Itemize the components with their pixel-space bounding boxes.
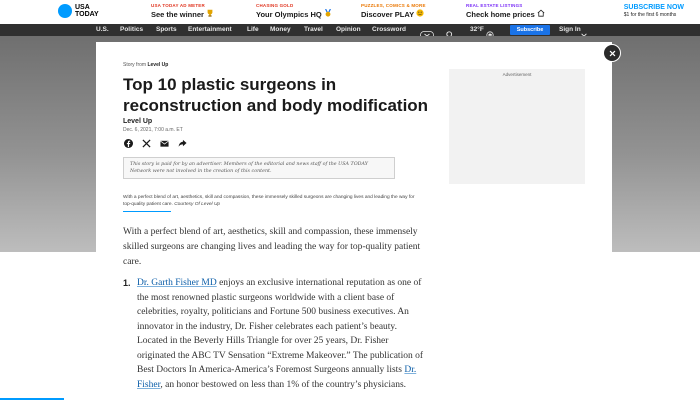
list-item-text: Dr. Garth Fisher MD enjoys an exclusive … xyxy=(137,276,423,392)
list-body-text: enjoys an exclusive international reputa… xyxy=(137,278,423,375)
nav-item-entertainment[interactable]: Entertainment xyxy=(188,24,232,36)
x-twitter-icon[interactable] xyxy=(141,138,151,148)
nav-item-sports[interactable]: Sports xyxy=(156,24,177,36)
article-date: Dec. 6, 2021, 7:00 a.m. ET xyxy=(123,127,183,133)
nav-item-life[interactable]: Life xyxy=(247,24,259,36)
close-button-circle xyxy=(604,45,620,61)
weather-temp[interactable]: 32°F xyxy=(470,24,484,36)
share-bar xyxy=(123,138,187,148)
subscribe-now-promo[interactable]: SUBSCRIBE NOW $1 for the first 6 months xyxy=(624,3,684,19)
story-from-label: Story from xyxy=(123,62,147,68)
caption-text: With a perfect blend of art, aesthetics,… xyxy=(123,195,415,207)
article-intro-paragraph: With a perfect blend of art, aesthetics,… xyxy=(123,227,421,267)
logo-circle-icon xyxy=(58,4,72,18)
promo-ad-meter[interactable]: USA TODAY AD METER See the winner xyxy=(151,3,214,21)
medal-icon xyxy=(324,8,332,21)
promo-olympics[interactable]: CHASING GOLD Your Olympics HQ xyxy=(256,3,332,21)
promo-title: Discover PLAY xyxy=(361,10,415,19)
story-from-source[interactable]: Level Up xyxy=(147,62,168,68)
nav-item-travel[interactable]: Travel xyxy=(304,24,323,36)
list-number: 1. xyxy=(123,278,131,288)
subscribe-now-title: SUBSCRIBE NOW xyxy=(623,4,684,11)
promo-title: See the winner xyxy=(151,10,204,19)
email-icon[interactable] xyxy=(159,138,169,148)
share-arrow-icon[interactable] xyxy=(177,138,187,148)
promo-title: Your Olympics HQ xyxy=(256,10,322,19)
article-modal: Story from Level Up Top 10 plastic surge… xyxy=(96,42,612,400)
promo-bar: USA TODAY USA TODAY AD METER See the winn… xyxy=(0,0,700,24)
promo-title: Check home prices xyxy=(466,10,535,19)
caption-credit: Courtesy Of Level Up xyxy=(174,202,221,207)
promo-real-estate[interactable]: REAL ESTATE LISTINGS Check home prices xyxy=(466,3,545,21)
close-icon xyxy=(609,44,616,62)
caption-divider xyxy=(123,211,171,212)
article-author[interactable]: Level Up xyxy=(123,118,152,125)
article-headline: Top 10 plastic surgeons in reconstructio… xyxy=(123,75,429,115)
search-icon[interactable] xyxy=(446,26,454,39)
advertisement-slot[interactable]: Advertisement xyxy=(449,69,585,184)
usa-today-logo[interactable]: USA TODAY xyxy=(58,4,99,18)
promo-play[interactable]: PUZZLES, COMICS & MORE Discover PLAY xyxy=(361,3,426,21)
house-icon xyxy=(537,9,545,21)
sponsored-disclaimer: This story is paid for by an advertiser.… xyxy=(123,157,395,179)
more-menu-icon[interactable] xyxy=(420,26,434,39)
subscribe-offer: $1 for the first 6 months xyxy=(623,12,677,18)
nav-item-politics[interactable]: Politics xyxy=(120,24,143,36)
list-item: 1. Dr. Garth Fisher MD enjoys an exclusi… xyxy=(123,276,423,392)
garth-fisher-link[interactable]: Dr. Garth Fisher MD xyxy=(137,278,217,288)
weather-cloud-icon[interactable] xyxy=(486,26,494,39)
trophy-icon xyxy=(206,9,214,21)
facebook-icon[interactable] xyxy=(123,138,133,148)
chevron-down-icon[interactable] xyxy=(580,26,588,37)
smiley-icon xyxy=(416,9,424,21)
close-button[interactable] xyxy=(603,44,621,62)
main-nav: U.S. Politics Sports Entertainment Life … xyxy=(0,24,700,39)
nav-item-us[interactable]: U.S. xyxy=(96,24,109,36)
nav-item-crossword[interactable]: Crossword xyxy=(372,24,406,36)
logo-text: USA TODAY xyxy=(75,4,99,18)
story-from-line: Story from Level Up xyxy=(123,62,168,68)
nav-item-opinion[interactable]: Opinion xyxy=(336,24,361,36)
nav-item-money[interactable]: Money xyxy=(270,24,291,36)
image-caption: With a perfect blend of art, aesthetics,… xyxy=(123,194,423,208)
subscribe-button[interactable]: Subscribe xyxy=(510,25,550,35)
sign-in-link[interactable]: Sign In xyxy=(559,24,581,36)
advertisement-label: Advertisement xyxy=(502,72,532,77)
list-body-text-end: , an honor bestowed on less than 1% of t… xyxy=(160,379,407,390)
